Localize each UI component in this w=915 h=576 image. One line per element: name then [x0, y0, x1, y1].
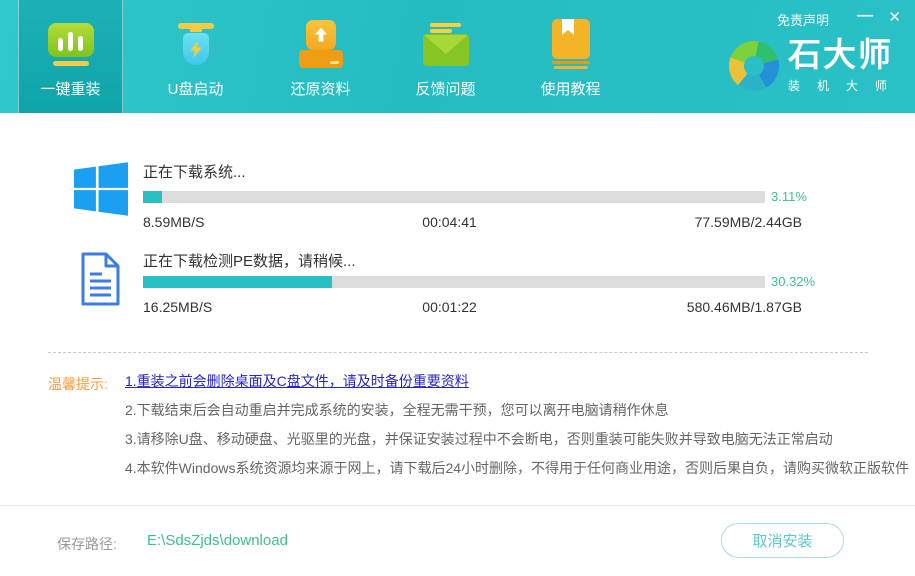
tip-item-4: 4.本软件Windows系统资源均来源于网上，请下载后24小时删除，不得用于任何… — [125, 460, 910, 476]
brand-subtitle: 装机大师 — [788, 79, 900, 93]
system-progress-stats: 8.59MB/S 00:04:41 77.59MB/2.44GB — [143, 214, 802, 230]
pe-progress-stats: 16.25MB/S 00:01:22 580.46MB/1.87GB — [143, 299, 802, 315]
pe-download-speed: 16.25MB/S — [143, 299, 213, 315]
tips-list: 1.重装之前会删除桌面及C盘文件，请及时备份重要资料 2.下载结束后会自动重启并… — [125, 367, 910, 483]
tutorial-book-icon — [551, 15, 591, 73]
header-bar: 一键重装 U盘启动 还原资料 反馈问题 使用教程 免责声明 — ✕ 石大师 装机… — [0, 0, 915, 113]
download-system-label: 正在下载系统... — [143, 164, 246, 181]
tips-title: 温馨提示: — [48, 376, 108, 392]
pe-time-remaining: 00:01:22 — [422, 299, 477, 315]
pe-progress-fill — [143, 276, 332, 288]
disclaimer-link[interactable]: 免责声明 — [777, 10, 829, 29]
pe-progress-percent: 30.32% — [771, 274, 816, 289]
cancel-install-button[interactable]: 取消安装 — [721, 523, 844, 558]
dashed-divider — [48, 352, 868, 353]
restore-box-icon — [296, 15, 346, 73]
tab-usb-boot[interactable]: U盘启动 — [143, 0, 248, 113]
tip-item-2: 2.下载结束后会自动重启并完成系统的安装，全程无需干预，您可以离开电脑请稍作休息 — [125, 402, 669, 418]
brand-text: 石大师 装机大师 — [788, 38, 900, 94]
brand-title: 石大师 — [788, 36, 893, 73]
nav-tabs: 一键重装 U盘启动 还原资料 反馈问题 使用教程 — [18, 0, 643, 113]
save-path-value[interactable]: E:\SdsZjds\download — [147, 532, 288, 549]
tab-label: 一键重装 — [40, 81, 101, 98]
bar-chart-icon — [47, 15, 94, 73]
tab-one-key-reinstall[interactable]: 一键重装 — [18, 0, 123, 113]
close-icon[interactable]: ✕ — [888, 8, 901, 26]
app-window: 一键重装 U盘启动 还原资料 反馈问题 使用教程 免责声明 — ✕ 石大师 装机… — [0, 0, 915, 576]
tab-restore-data[interactable]: 还原资料 — [268, 0, 373, 113]
pe-size-progress: 580.46MB/1.87GB — [686, 299, 802, 315]
pe-progress-bar — [143, 276, 765, 288]
system-progress-bar — [143, 191, 765, 203]
minimize-icon[interactable]: — — [857, 7, 873, 25]
save-path-label: 保存路径: — [57, 536, 117, 552]
tab-label: 反馈问题 — [415, 81, 476, 98]
tab-tutorial[interactable]: 使用教程 — [518, 0, 623, 113]
windows-logo-icon — [74, 162, 128, 221]
system-download-speed: 8.59MB/S — [143, 214, 205, 230]
tab-label: U盘启动 — [167, 81, 224, 98]
tab-label: 使用教程 — [540, 81, 601, 98]
brand-swirl-icon — [729, 41, 779, 91]
download-pe-label: 正在下载检测PE数据，请稍候... — [143, 253, 356, 270]
tip-item-3: 3.请移除U盘、移动硬盘、光驱里的光盘，并保证安装过程中不会断电，否则重装可能失… — [125, 431, 833, 447]
document-icon — [78, 252, 122, 311]
footer-divider — [0, 505, 915, 506]
system-progress-percent: 3.11% — [771, 189, 807, 204]
system-size-progress: 77.59MB/2.44GB — [694, 214, 802, 230]
brand-logo: 石大师 装机大师 — [729, 38, 900, 94]
system-time-remaining: 00:04:41 — [422, 214, 477, 230]
tab-feedback[interactable]: 反馈问题 — [393, 0, 498, 113]
system-progress-fill — [143, 191, 163, 203]
usb-boot-icon — [177, 15, 214, 73]
tip-item-1: 1.重装之前会删除桌面及C盘文件，请及时备份重要资料 — [125, 373, 469, 389]
feedback-mail-icon — [422, 15, 469, 73]
tab-label: 还原资料 — [290, 81, 351, 98]
